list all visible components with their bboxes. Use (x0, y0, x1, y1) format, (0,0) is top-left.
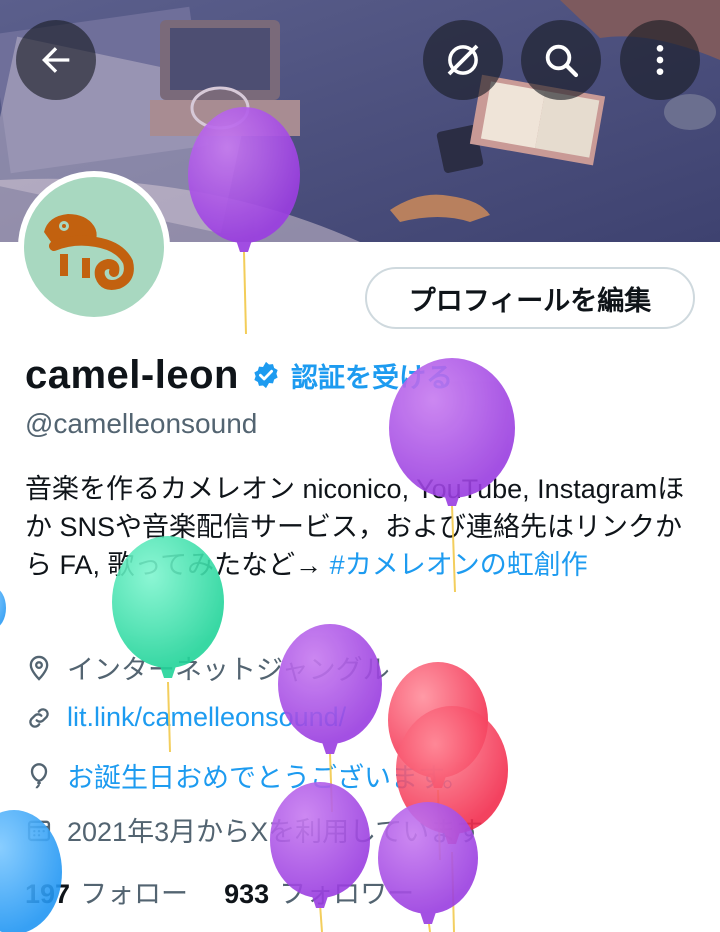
birthday-text[interactable]: お誕生日おめでとうございます。 (67, 756, 469, 795)
birthday-row: お誕生日おめでとうございます。 (25, 756, 469, 795)
following-label: フォロー (80, 879, 189, 909)
get-verified-link[interactable]: 認証を受ける (291, 356, 453, 395)
followers-link[interactable]: 933 フォロワー (224, 872, 414, 911)
balloon-icon (25, 762, 53, 790)
balloon-blue-2 (0, 590, 6, 626)
followers-count: 933 (224, 879, 270, 909)
search-icon (545, 44, 579, 78)
name-row: camel-leon 認証を受ける (25, 350, 453, 400)
chameleon-logo (24, 177, 164, 317)
bio-hashtag-link[interactable]: #カメレオンの虹創作 (330, 550, 588, 580)
more-button[interactable] (620, 20, 700, 100)
grok-slash-icon (447, 44, 479, 76)
grok-button[interactable] (423, 20, 503, 100)
location-pin-icon (25, 654, 53, 682)
joined-row: 2021年3月からXを利用しています (25, 810, 483, 849)
website-link[interactable]: lit.link/camelleonsound/ (67, 702, 346, 733)
calendar-icon (25, 816, 53, 844)
location-row: インターネットジャングル (25, 648, 390, 687)
user-handle: @camelleonsound (25, 408, 258, 439)
followers-label: フォロワー (279, 879, 415, 909)
search-button[interactable] (521, 20, 601, 100)
location-text: インターネットジャングル (67, 655, 390, 685)
joined-text: 2021年3月からXを利用しています (67, 817, 484, 847)
following-count: 197 (25, 879, 71, 909)
display-name: camel-leon (25, 352, 239, 397)
more-vertical-icon (656, 45, 664, 75)
avatar[interactable] (18, 171, 170, 323)
following-link[interactable]: 197 フォロー (25, 872, 188, 911)
link-icon (25, 704, 53, 732)
bio: 音楽を作るカメレオン niconico, YouTube, Instagramほ… (25, 470, 705, 584)
verified-badge-icon[interactable] (251, 360, 281, 390)
arrow-left-icon (42, 47, 70, 73)
website-row: lit.link/camelleonsound/ (25, 702, 346, 733)
edit-profile-button[interactable]: プロフィールを編集 (365, 267, 695, 329)
back-button[interactable] (16, 20, 96, 100)
follow-counts: 197 フォロー 933 フォロワー (25, 872, 414, 911)
